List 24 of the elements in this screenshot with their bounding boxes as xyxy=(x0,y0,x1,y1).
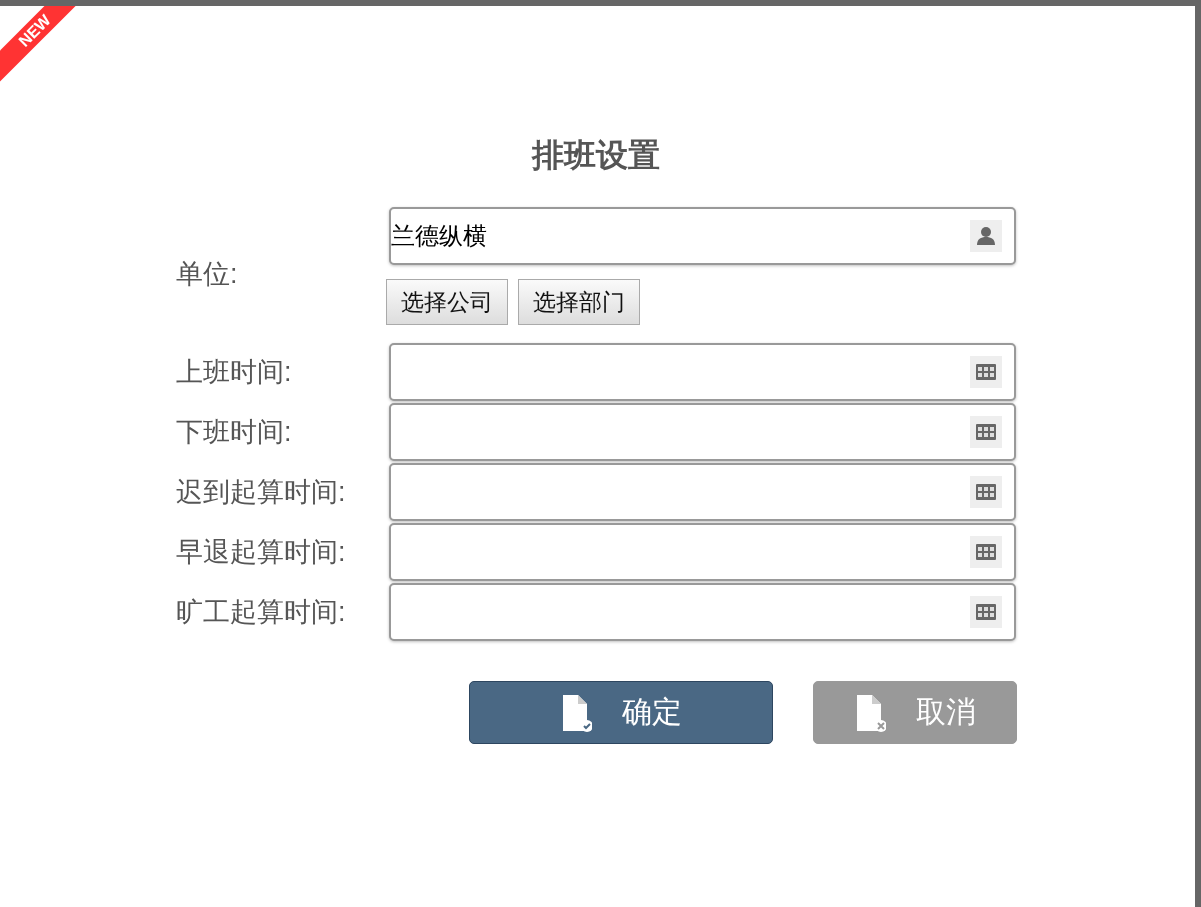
time-field[interactable] xyxy=(389,403,1016,461)
field-label: 旷工起算时间: xyxy=(176,596,347,629)
confirm-button[interactable]: 确定 xyxy=(469,681,773,744)
calendar-icon[interactable] xyxy=(970,416,1002,448)
field-label: 上班时间: xyxy=(176,356,293,389)
time-field[interactable] xyxy=(389,463,1016,521)
document-check-icon xyxy=(560,692,592,733)
person-icon[interactable] xyxy=(970,220,1002,252)
field-label: 单位: xyxy=(176,258,239,291)
calendar-icon[interactable] xyxy=(970,356,1002,388)
time-field[interactable] xyxy=(389,523,1016,581)
time-field[interactable] xyxy=(389,583,1016,641)
field-label: 下班时间: xyxy=(176,416,293,449)
time-field[interactable] xyxy=(389,343,1016,401)
select-button[interactable]: 选择公司 xyxy=(386,279,508,325)
calendar-icon[interactable] xyxy=(970,476,1002,508)
calendar-icon[interactable] xyxy=(970,596,1002,628)
unit-field[interactable]: 兰德纵横 xyxy=(389,207,1016,265)
field-label: 早退起算时间: xyxy=(176,536,347,569)
document-cross-icon xyxy=(854,692,886,733)
field-label: 迟到起算时间: xyxy=(176,476,347,509)
select-button[interactable]: 选择部门 xyxy=(518,279,640,325)
calendar-icon[interactable] xyxy=(970,536,1002,568)
dialog-title: 排班设置 xyxy=(532,137,660,173)
